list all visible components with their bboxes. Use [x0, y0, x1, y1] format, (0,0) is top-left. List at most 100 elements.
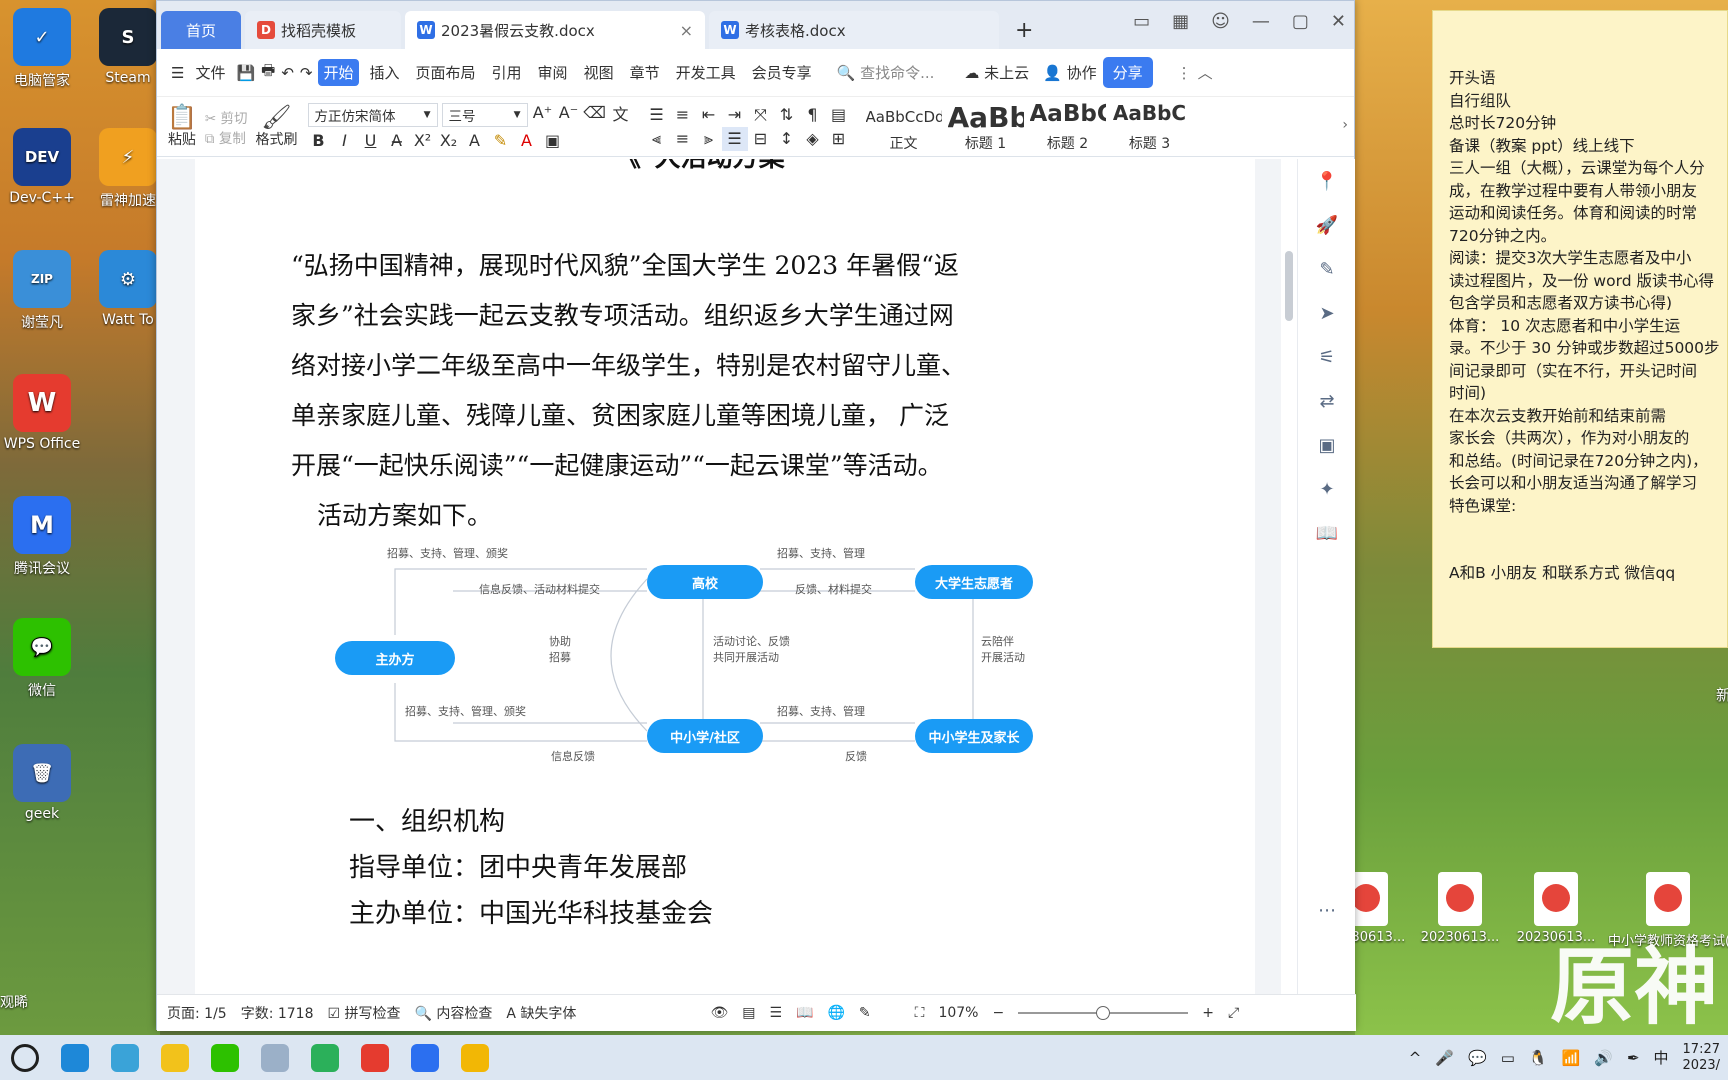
translate-icon[interactable]: ⇄: [1298, 379, 1356, 423]
tab-docer-templates[interactable]: D 找稻壳模板: [245, 11, 401, 49]
menu-insert[interactable]: 插入: [365, 59, 405, 86]
wechat-tray-icon[interactable]: 💬: [1468, 1049, 1487, 1067]
ribbon-scroll-right-icon[interactable]: ›: [1342, 117, 1348, 133]
share-button[interactable]: 分享: [1102, 57, 1153, 88]
maximize-icon[interactable]: ▢: [1292, 11, 1309, 32]
print-icon[interactable]: 🖶: [261, 60, 275, 85]
clock[interactable]: 17:27 2023/: [1683, 1042, 1720, 1074]
cursor-icon[interactable]: ➤: [1298, 291, 1356, 335]
justify-icon[interactable]: ☰: [721, 126, 748, 151]
desktop-icon-zip-folder[interactable]: ZIP 谢莹凡: [0, 250, 88, 332]
wifi-icon[interactable]: 📶: [1562, 1049, 1581, 1067]
ai-assistant-icon[interactable]: ✦: [1298, 467, 1356, 511]
show-marks-icon[interactable]: ¶: [800, 103, 826, 127]
shrink-font-icon[interactable]: A⁻: [556, 101, 582, 125]
chevron-up-icon[interactable]: ^: [1409, 1049, 1422, 1067]
style-heading-3[interactable]: AaBbC 标题 3: [1110, 101, 1190, 153]
read-view-icon[interactable]: 📖: [796, 1005, 813, 1021]
underline-icon[interactable]: U: [358, 129, 384, 153]
cloud-status[interactable]: ☁ 未上云: [964, 62, 1029, 83]
chinese-layout-icon[interactable]: ⤧: [748, 103, 774, 127]
char-border-icon[interactable]: ▣: [540, 129, 566, 153]
page-count[interactable]: 页面: 1/5: [167, 1003, 227, 1023]
collaborate-button[interactable]: 👤 协作: [1043, 62, 1096, 83]
bold-icon[interactable]: B: [306, 129, 332, 153]
font-family-select[interactable]: 方正仿宋简体 ▼: [307, 102, 438, 127]
volume-icon[interactable]: 🔊: [1594, 1049, 1613, 1067]
taskbar-app-explorer[interactable]: [452, 1038, 498, 1078]
tab-assessment-doc[interactable]: W 考核表格.docx: [709, 11, 999, 49]
strikethrough-icon[interactable]: A̶: [384, 129, 410, 153]
align-left-icon[interactable]: ⫷: [644, 127, 670, 151]
qq-icon[interactable]: 🐧: [1529, 1049, 1548, 1067]
desktop-icon-wechat[interactable]: 💬 微信: [0, 618, 88, 700]
pen-icon[interactable]: ✎: [1298, 247, 1356, 291]
location-pin-icon[interactable]: 📍: [1298, 159, 1356, 203]
text-effect-icon[interactable]: A: [462, 129, 488, 153]
italic-icon[interactable]: I: [332, 129, 358, 153]
taskbar-app-wechat[interactable]: [202, 1038, 248, 1078]
menu-section[interactable]: 章节: [625, 59, 665, 86]
more-tools-icon[interactable]: ⋯: [1298, 888, 1356, 932]
image-tools-icon[interactable]: ▣: [1298, 423, 1356, 467]
tab-home[interactable]: 首页: [161, 11, 241, 49]
align-center-icon[interactable]: ≡: [670, 127, 696, 151]
zoom-slider[interactable]: [1018, 1006, 1189, 1020]
missing-font-button[interactable]: A 缺失字体: [506, 1003, 576, 1023]
grid-apps-icon[interactable]: ▦: [1172, 11, 1189, 32]
zoom-level[interactable]: 107%: [938, 1005, 978, 1021]
quick-save-icon[interactable]: 💾: [236, 64, 255, 82]
taskbar-app-search[interactable]: [2, 1038, 48, 1078]
microphone-icon[interactable]: 🎤: [1435, 1049, 1454, 1067]
menu-references[interactable]: 引用: [487, 59, 527, 86]
collapse-ribbon-icon[interactable]: ︿: [1198, 62, 1213, 83]
close-icon[interactable]: ✕: [1331, 11, 1346, 32]
taskbar-app-tencent-meeting[interactable]: [402, 1038, 448, 1078]
tab-active-document[interactable]: W 2023暑假云支教.docx ×: [405, 11, 705, 49]
font-size-select[interactable]: 三号 ▼: [441, 102, 528, 127]
format-painter-button[interactable]: 🖌 格式刷: [256, 105, 298, 149]
cut-button[interactable]: ✂ 剪切: [205, 107, 248, 127]
menu-view[interactable]: 视图: [579, 59, 619, 86]
taskbar-app-globe[interactable]: [252, 1038, 298, 1078]
taskbar-app-edge[interactable]: [52, 1038, 98, 1078]
style-heading-1[interactable]: AaBb 标题 1: [946, 101, 1026, 153]
avatar[interactable]: ☺: [1211, 11, 1230, 32]
desktop-icon-watt[interactable]: ⚙ Watt To: [96, 250, 160, 328]
distributed-icon[interactable]: ⊟: [748, 127, 774, 151]
grow-font-icon[interactable]: A⁺: [530, 101, 556, 125]
desktop-icon-geek[interactable]: 🗑 geek: [0, 744, 88, 822]
desktop-icon-steam[interactable]: S Steam: [96, 8, 160, 86]
desktop-file-pdf[interactable]: 20230613...: [1412, 872, 1508, 945]
style-normal[interactable]: AaBbCcDd 正文: [864, 101, 944, 153]
spell-check-button[interactable]: ☑ 拼写检查: [328, 1003, 401, 1023]
command-search-input[interactable]: 🔍 查找命令...: [837, 62, 935, 83]
menu-page-layout[interactable]: 页面布局: [411, 59, 481, 86]
decrease-indent-icon[interactable]: ⇤: [696, 103, 722, 127]
write-view-icon[interactable]: ✎: [859, 1005, 871, 1021]
highlight-icon[interactable]: ✎: [488, 129, 514, 153]
numbered-list-icon[interactable]: ≡: [670, 103, 696, 127]
rocket-icon[interactable]: 🚀: [1298, 203, 1356, 247]
hamburger-icon[interactable]: ☰: [171, 64, 184, 82]
copy-button[interactable]: ⧉ 复制: [205, 127, 248, 147]
menu-file[interactable]: 文件: [190, 59, 230, 86]
layout-icon[interactable]: ▭: [1133, 11, 1150, 32]
zoom-out-icon[interactable]: −: [992, 1005, 1004, 1021]
subscript-icon[interactable]: X₂: [436, 129, 462, 153]
fit-page-icon[interactable]: ⛶: [915, 1005, 925, 1021]
undo-icon[interactable]: ↶: [281, 64, 294, 82]
increase-indent-icon[interactable]: ⇥: [722, 103, 748, 127]
fullscreen-icon[interactable]: ⤢: [1228, 1005, 1239, 1021]
document-page[interactable]: 《*大活动方案 “弘扬中国精神，展现时代风貌”全国大学生 2023 年暑假“返家…: [195, 159, 1255, 994]
sort-icon[interactable]: ⇅: [774, 103, 800, 127]
zoom-slider-knob[interactable]: [1096, 1006, 1111, 1020]
superscript-icon[interactable]: X²: [410, 129, 436, 153]
web-view-icon[interactable]: 🌐: [827, 1005, 844, 1021]
minimize-icon[interactable]: —: [1252, 11, 1270, 32]
eye-icon[interactable]: 👁: [710, 1005, 728, 1021]
zoom-in-icon[interactable]: +: [1202, 1005, 1214, 1021]
table-grid-icon[interactable]: ▤: [826, 103, 852, 127]
book-icon[interactable]: 📖: [1298, 511, 1356, 555]
menu-developer[interactable]: 开发工具: [671, 59, 741, 86]
